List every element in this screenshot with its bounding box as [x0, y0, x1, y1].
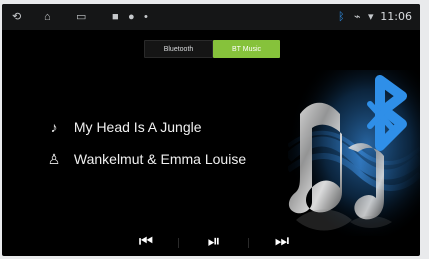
tab-bt-music-label: BT Music [231, 45, 262, 53]
head-unit-screen: ⟲ ⌂ ▭ ■ ● • ᛒ ⌁ ▾ 11:06 Bluetooth BT Mus… [2, 4, 420, 256]
track-artist: Wankelmut & Emma Louise [73, 151, 247, 167]
play-pause-button[interactable]: ⏯ [200, 233, 228, 251]
tab-bt-music[interactable]: BT Music [213, 40, 280, 58]
tab-bluetooth[interactable]: Bluetooth [144, 40, 213, 58]
status-time: 11:06 [380, 10, 412, 23]
next-track-button[interactable]: ⏭ [270, 233, 294, 251]
recent-apps-icon[interactable]: ▭ [76, 11, 86, 23]
wifi-icon: ⌁ [354, 11, 361, 23]
status-bar: ⟲ ⌂ ▭ ■ ● • ᛒ ⌁ ▾ 11:06 [2, 4, 420, 30]
controls-divider [178, 238, 179, 248]
back-icon[interactable]: ⟲ [12, 11, 21, 23]
notification-icon: ■ [112, 11, 119, 23]
bluetooth-status-icon: ᛒ [338, 11, 345, 23]
track-artist-row: ♙ Wankelmut & Emma Louise [46, 150, 246, 168]
signal-icon: ▾ [368, 11, 374, 23]
tab-bluetooth-label: Bluetooth [163, 45, 194, 53]
play-pause-icon: ⏯ [207, 233, 221, 250]
playback-controls: ⏮ ⏯ ⏭ [2, 230, 420, 256]
tabs: Bluetooth BT Music [144, 40, 280, 58]
track-title: My Head Is A Jungle [73, 119, 202, 135]
device-frame: ⟲ ⌂ ▭ ■ ● • ᛒ ⌁ ▾ 11:06 Bluetooth BT Mus… [0, 0, 429, 259]
bt-music-artwork [284, 70, 420, 236]
previous-track-button[interactable]: ⏮ [134, 233, 158, 251]
controls-divider [248, 238, 249, 248]
next-icon: ⏭ [274, 233, 290, 250]
notification-icon: ● [128, 11, 135, 23]
artist-icon: ♙ [47, 151, 61, 167]
track-title-row: ♪ My Head Is A Jungle [46, 118, 202, 136]
home-icon[interactable]: ⌂ [44, 11, 51, 23]
notification-dot-icon: • [144, 11, 148, 23]
previous-icon: ⏮ [138, 233, 154, 250]
music-note-icon: ♪ [50, 119, 58, 135]
